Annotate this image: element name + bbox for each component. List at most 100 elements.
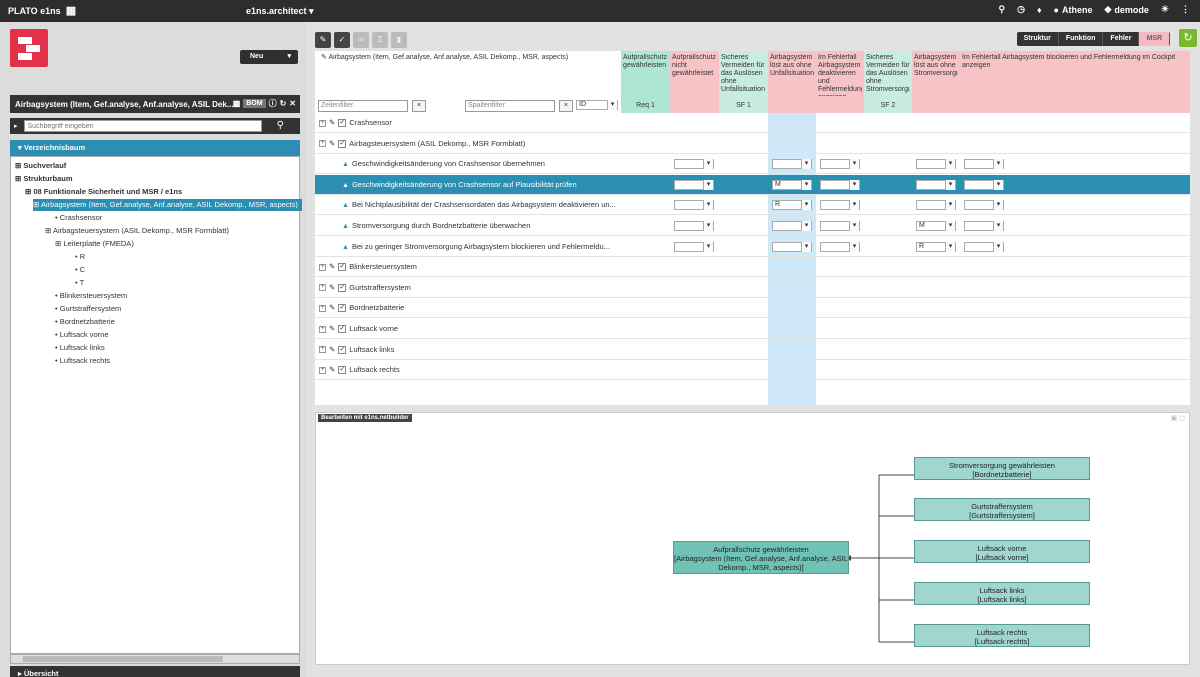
tree-node[interactable]: • Luftsack rechts [55, 355, 110, 367]
tree-node[interactable]: • Blinkersteuersystem [55, 290, 127, 302]
rating-select[interactable]: M [772, 179, 812, 190]
expand-toggle-icon[interactable]: + [319, 140, 326, 148]
expand-toggle-icon[interactable]: ⊞ [45, 226, 53, 235]
row-checkbox[interactable]: ✓ [338, 139, 347, 148]
refresh-button[interactable]: ↻ [1179, 29, 1197, 47]
row-checkbox[interactable]: ✓ [338, 345, 347, 354]
expand-toggle-icon[interactable]: + [319, 119, 326, 127]
rating-select[interactable] [674, 221, 714, 231]
expand-toggle-icon[interactable]: + [319, 325, 326, 333]
function-node[interactable]: Stromversorgung gewährleisten [Bordnetzb… [914, 457, 1090, 480]
rating-select[interactable] [916, 179, 956, 190]
tree-node[interactable]: ⊞ Leiterplatte (FMEDA) [55, 238, 134, 250]
user-menu[interactable]: ● Athene [1054, 5, 1093, 15]
rating-select[interactable] [772, 159, 812, 170]
edit-icon[interactable]: ✎ [329, 283, 335, 292]
expand-toggle-icon[interactable]: + [319, 284, 326, 292]
view-tab[interactable]: MSR [1139, 32, 1170, 46]
overview-panel[interactable]: ▸ Übersicht [10, 666, 300, 677]
table-row[interactable]: + ✎ ✓ Gurtstraffersystem [315, 278, 1190, 298]
row-checkbox[interactable]: ✓ [338, 263, 347, 272]
rating-select[interactable] [772, 221, 812, 231]
function-node[interactable]: Luftsack vorne [Luftsack vorne] [914, 540, 1090, 563]
table-row[interactable]: + ✎ ✓ Airbagsteuersystem (ASIL Dekomp., MSR… [315, 134, 1190, 154]
expand-toggle-icon[interactable]: + [319, 304, 326, 312]
check-tool-button[interactable]: ✓ [334, 32, 350, 48]
tree-node[interactable]: ⊞ Strukturbaum [15, 173, 73, 185]
table-row[interactable]: ▲ Bei Nichtplausibilität der Crashsensord… [315, 195, 1190, 216]
function-node[interactable]: Gurtstraffersystem [Gurtstraffersystem] [914, 498, 1090, 521]
table-row[interactable]: ▲ Bei zu geringer Stromversorgung Airbags… [315, 237, 1190, 257]
rating-select[interactable] [820, 200, 860, 211]
horizontal-scrollbar[interactable] [10, 654, 300, 664]
bell-icon[interactable]: ♦ [1037, 5, 1042, 15]
rating-select[interactable] [964, 200, 1004, 211]
expand-icon[interactable]: ▸ [14, 122, 18, 130]
tree-header[interactable]: ▾ Verzeichnisbaum [10, 140, 300, 156]
table-row[interactable]: + ✎ ✓ Blinkersteuersystem [315, 257, 1190, 278]
rating-select[interactable] [820, 241, 860, 252]
brand[interactable]: PLATO e1ns ▦ [0, 5, 76, 17]
rating-select[interactable]: R [916, 241, 956, 252]
clear-column-filter-button[interactable]: × [559, 100, 573, 112]
table-row[interactable]: + ✎ ✓ Bordnetzbatterie [315, 298, 1190, 319]
rating-select[interactable] [916, 159, 956, 170]
rating-select[interactable] [772, 241, 812, 252]
view-tab[interactable]: Fehler [1103, 32, 1140, 46]
expand-toggle-icon[interactable]: ⊞ [33, 200, 41, 209]
apps-grid-icon[interactable]: ▦ [66, 5, 76, 17]
tree-node[interactable]: ⊞ 08 Funktionale Sicherheit und MSR / e1… [25, 186, 182, 198]
tree-node[interactable]: • C [75, 264, 85, 276]
rating-select[interactable] [820, 159, 860, 170]
scroll-thumb[interactable] [23, 656, 223, 662]
app-switcher[interactable]: e1ns.architect ▾ [246, 6, 314, 17]
tree-node[interactable]: • Bordnetzbatterie [55, 316, 115, 328]
column-filter-input[interactable]: Spaltenfilter [465, 100, 555, 112]
function-node[interactable]: Luftsack links [Luftsack links] [914, 582, 1090, 605]
tree-node[interactable]: • R [75, 251, 85, 263]
tool-button-4[interactable]: Σ [372, 32, 388, 48]
edit-icon[interactable]: ✎ [329, 303, 335, 312]
edit-icon[interactable]: ✎ [329, 324, 335, 333]
refresh-icon[interactable]: ↻ [280, 99, 287, 108]
bom-button[interactable]: BOM [243, 99, 266, 108]
view-tab[interactable]: Struktur [1016, 32, 1059, 46]
table-row[interactable]: + ✎ ✓ Luftsack vorne [315, 319, 1190, 339]
table-row[interactable]: + ✎ ✓ Crashsensor [315, 113, 1190, 133]
row-checkbox[interactable]: ✓ [338, 283, 347, 292]
row-checkbox[interactable]: ✓ [338, 304, 347, 313]
rating-select[interactable] [674, 159, 714, 170]
edit-icon[interactable]: ✎ [329, 262, 335, 271]
help-icon[interactable]: ☀ [1161, 4, 1169, 15]
rating-select[interactable] [820, 179, 860, 190]
tree-node[interactable]: • T [75, 277, 84, 289]
expand-toggle-icon[interactable]: + [319, 263, 326, 271]
tree-node[interactable]: ⊞ Airbagsteuersystem (ASIL Dekomp., MSR … [45, 225, 229, 237]
view-tab[interactable]: Funktion [1058, 32, 1104, 46]
clear-row-filter-button[interactable]: × [412, 100, 426, 112]
rating-select[interactable] [964, 221, 1004, 231]
tree-node[interactable]: • Luftsack vorne [55, 329, 109, 341]
search-icon[interactable]: ⚲ [998, 4, 1005, 15]
rating-select[interactable] [674, 179, 714, 190]
rating-select[interactable] [674, 200, 714, 211]
search-input[interactable] [23, 120, 262, 132]
table-row[interactable]: ▲ Stromversorgung durch Bordnetzbatterie … [315, 216, 1190, 236]
tool-button-5[interactable]: ▮ [391, 32, 407, 48]
rating-select[interactable] [964, 179, 1004, 190]
rating-select[interactable] [820, 221, 860, 231]
tree-node[interactable]: ⊞ Airbagsystem (Item, Gef.analyse, Anf.a… [33, 199, 302, 211]
info-icon[interactable]: ⓘ [269, 98, 277, 109]
tool-button-3[interactable]: ∞ [353, 32, 369, 48]
edit-icon[interactable]: ✎ [329, 345, 335, 354]
function-node[interactable]: Luftsack rechts [Luftsack rechts] [914, 624, 1090, 647]
workspace-menu[interactable]: ◆ demode [1104, 4, 1148, 15]
new-button[interactable]: Neu ▾ [240, 50, 298, 64]
tree-node[interactable]: • Crashsensor [55, 212, 102, 224]
row-filter-input[interactable]: Zeilenfilter [318, 100, 408, 112]
id-select[interactable]: ID [576, 100, 618, 110]
tree-node[interactable]: • Luftsack links [55, 342, 105, 354]
tree-node[interactable]: ⊞ Suchverlauf [15, 160, 66, 172]
table-row[interactable]: ▲ Geschwindigkeitsänderung von Crashsenso… [315, 174, 1190, 195]
rating-select[interactable]: R [772, 200, 812, 211]
